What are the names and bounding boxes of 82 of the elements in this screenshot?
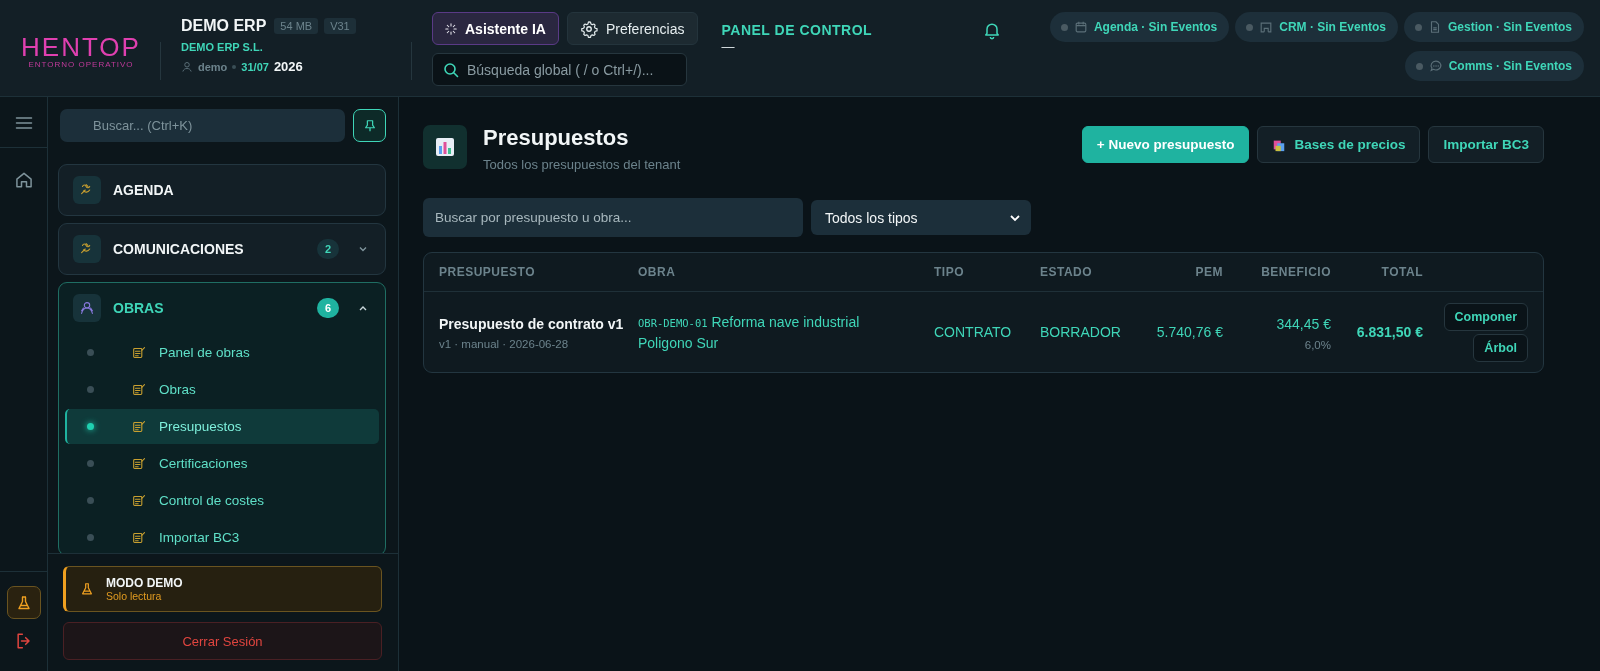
app-name: DEMO ERP bbox=[181, 17, 267, 35]
budget-search-field[interactable]: Buscar por presupuesto u obra... bbox=[423, 198, 803, 237]
gear-icon bbox=[579, 19, 598, 38]
chart-icon bbox=[423, 125, 467, 169]
bullet-dot bbox=[87, 497, 94, 504]
preferences-button[interactable]: Preferencias bbox=[566, 12, 698, 45]
event-status-chip[interactable]: Gestion · Sin Eventos bbox=[1403, 12, 1584, 42]
sparkle-icon bbox=[445, 22, 457, 35]
demo-mode-title: MODO DEMO bbox=[106, 576, 183, 590]
bullet-dot bbox=[87, 386, 94, 393]
action-button[interactable]: Bases de precios bbox=[1257, 126, 1421, 163]
pin-icon bbox=[362, 118, 377, 133]
column-header: PRESUPUESTO bbox=[439, 265, 536, 279]
page-subtitle: Todos los presupuestos del tenant bbox=[483, 157, 681, 172]
home-icon[interactable] bbox=[13, 170, 34, 190]
nav-item[interactable]: Obras bbox=[65, 372, 379, 407]
row-action-button[interactable]: Árbol bbox=[1473, 333, 1528, 362]
user-name: demo bbox=[198, 60, 228, 73]
assistant-button[interactable]: Asistente IA bbox=[432, 12, 559, 45]
row-action-button[interactable]: Componer bbox=[1443, 302, 1528, 331]
panel-subtitle: — bbox=[721, 41, 736, 53]
type-dropdown[interactable]: Todos los tipos bbox=[811, 200, 1031, 235]
table-cell-text: 6.831,50 € bbox=[1355, 322, 1423, 342]
column-header: TOTAL bbox=[1380, 265, 1423, 279]
bullet-dot bbox=[87, 423, 94, 430]
nav-group-label[interactable]: AGENDA bbox=[111, 182, 174, 198]
column-header: OBRA bbox=[638, 265, 677, 279]
column-header: TIPO bbox=[934, 265, 965, 279]
nav-item[interactable]: Certificaciones bbox=[65, 446, 379, 481]
search-icon bbox=[443, 62, 459, 78]
flask-icon bbox=[80, 582, 94, 596]
bullet-dot bbox=[87, 349, 94, 356]
screen-icon bbox=[1259, 20, 1274, 34]
global-search-field[interactable]: Búsqueda global ( / o Ctrl+/)... bbox=[432, 53, 687, 86]
separator-dot bbox=[232, 64, 237, 69]
count-badge: 2 bbox=[317, 239, 339, 259]
nav-group-label[interactable]: OBRAS bbox=[111, 300, 164, 316]
status-dot bbox=[1414, 23, 1422, 31]
event-status-chip[interactable]: Agenda · Sin Eventos bbox=[1049, 12, 1230, 42]
action-button[interactable]: Importar BC3 bbox=[1428, 126, 1544, 163]
demo-mode-button[interactable] bbox=[6, 586, 41, 619]
work-name[interactable]: OBR-DEMO-01 Reforma nave industrial Poligono Sur bbox=[638, 311, 914, 353]
page-title: Presupuestos bbox=[483, 125, 630, 151]
event-status-chip[interactable]: Comms · Sin Eventos bbox=[1404, 51, 1584, 81]
bullet-dot bbox=[87, 460, 94, 467]
budget-name[interactable]: Presupuesto de contrato v1 bbox=[439, 314, 638, 334]
status-dot bbox=[1246, 23, 1254, 31]
chat-icon bbox=[1428, 59, 1443, 73]
logo: HENTOP ENTORNO OPERATIVO bbox=[22, 34, 140, 69]
column-header: PEM bbox=[1194, 265, 1223, 279]
info-badge: 54 MB bbox=[274, 18, 319, 34]
nav-item[interactable]: Presupuestos bbox=[65, 409, 379, 444]
margin-cell: 6,0% bbox=[1304, 338, 1331, 351]
sidebar-search-field[interactable]: Buscar... (Ctrl+K) bbox=[60, 109, 345, 142]
nav-item[interactable]: Importar BC3 bbox=[65, 520, 379, 553]
table-cell-text: BORRADOR bbox=[1040, 322, 1122, 342]
company-name: DEMO ERP S.L. bbox=[181, 41, 264, 53]
info-badge: V31 bbox=[324, 18, 356, 34]
logout-button[interactable]: Cerrar Sesión bbox=[63, 622, 382, 660]
status-dot bbox=[1060, 23, 1068, 31]
count-badge: 6 bbox=[317, 298, 339, 318]
table-cell-text: 344,45 € bbox=[1276, 314, 1331, 334]
bullet-dot bbox=[87, 534, 94, 541]
flask-icon bbox=[15, 594, 32, 611]
year-text: 2026 bbox=[273, 59, 303, 74]
pin-button[interactable] bbox=[353, 109, 386, 142]
demo-mode-subtitle: Solo lectura bbox=[106, 590, 163, 602]
panel-title: PANEL DE CONTROL bbox=[721, 22, 873, 38]
date-text: 31/07 bbox=[241, 60, 269, 73]
nav-item[interactable]: Control de costes bbox=[65, 483, 379, 518]
user-icon bbox=[181, 60, 193, 73]
table-cell-text: CONTRATO bbox=[934, 322, 1013, 342]
column-header: ESTADO bbox=[1040, 265, 1094, 279]
calendar-icon bbox=[1073, 20, 1088, 34]
nav-group-label[interactable]: COMUNICACIONES bbox=[111, 241, 244, 257]
nav-item[interactable]: Panel de obras bbox=[65, 335, 379, 370]
status-dot bbox=[1415, 62, 1423, 70]
column-header: BENEFICIO bbox=[1260, 265, 1331, 279]
ornament-icon bbox=[78, 299, 96, 317]
budget-meta: v1 · manual · 2026-06-28 bbox=[439, 338, 570, 350]
event-status-chip[interactable]: CRM · Sin Eventos bbox=[1235, 12, 1398, 42]
table-cell-text: 5.740,76 € bbox=[1155, 322, 1223, 342]
